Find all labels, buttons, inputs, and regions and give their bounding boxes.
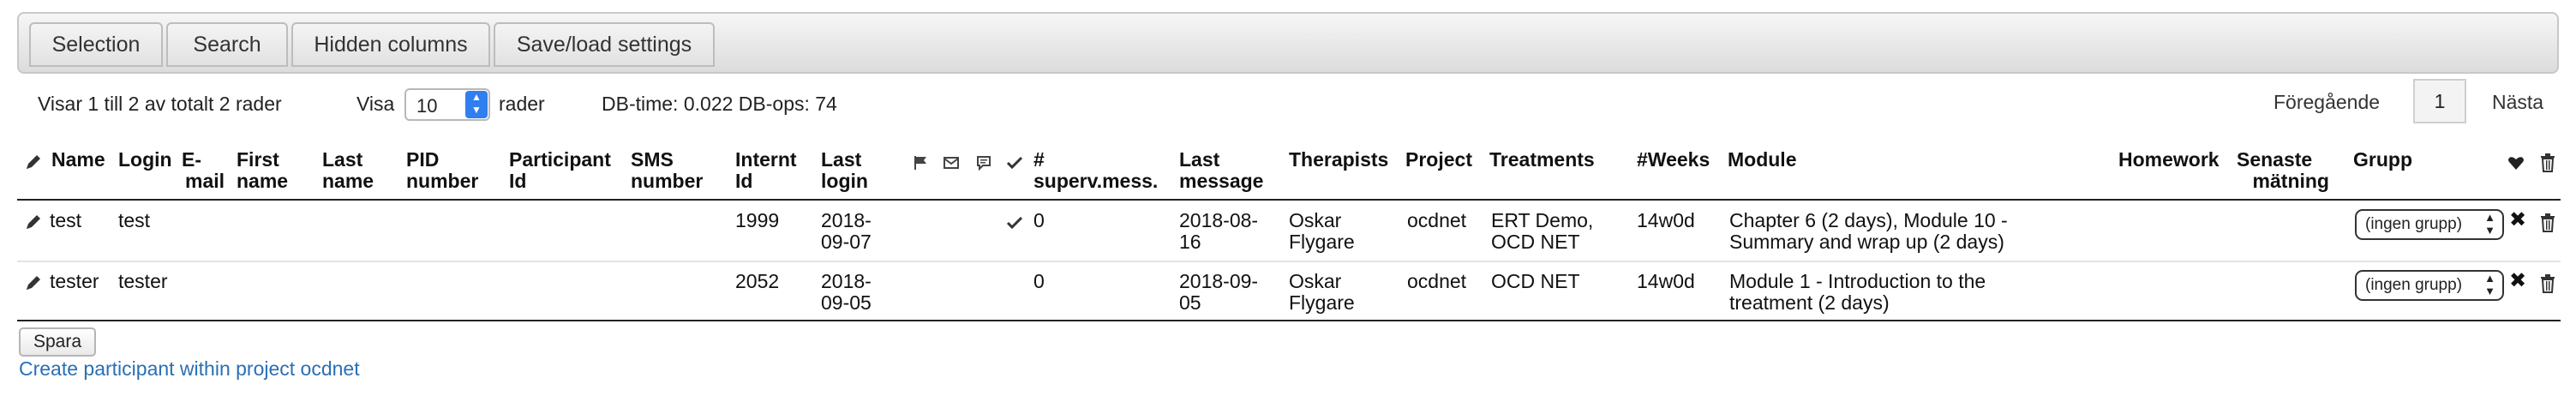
edit-icon[interactable] — [24, 273, 43, 292]
header-superv-mess[interactable]: # superv.mess. — [1033, 149, 1158, 192]
header-project[interactable]: Project — [1405, 149, 1472, 171]
visa-label: Visa — [356, 93, 395, 115]
group-select-value: (ingen grupp) — [2365, 215, 2463, 233]
header-module[interactable]: Module — [1728, 149, 1797, 171]
cell-weeks: 14w0d — [1637, 270, 1695, 292]
cell-treatments: OCD NET — [1491, 270, 1580, 292]
group-select[interactable]: (ingen grupp) ▲ ▼ — [2355, 209, 2504, 240]
header-last-login[interactable]: Last login — [821, 149, 868, 192]
select-arrows-icon: ▲ ▼ — [2484, 211, 2495, 237]
select-arrows-icon: ▲ ▼ — [2484, 272, 2495, 297]
cell-superv-mess: 0 — [1033, 270, 1045, 292]
header-intern-id[interactable]: Internt Id — [735, 149, 797, 192]
group-select-value: (ingen grupp) — [2365, 276, 2463, 294]
tab-bar: Selection Search Hidden columns Save/loa… — [17, 12, 2559, 74]
tab-save-load-settings[interactable]: Save/load settings — [494, 22, 715, 67]
header-participant-id[interactable]: Participant Id — [509, 149, 611, 192]
header-last-message[interactable]: Last message — [1179, 149, 1263, 192]
save-button[interactable]: Spara — [19, 327, 96, 357]
cell-superv-mess: 0 — [1033, 209, 1045, 231]
cell-module: Chapter 6 (2 days), Module 10 - Summary a… — [1729, 209, 2008, 253]
group-select[interactable]: (ingen grupp) ▲ ▼ — [2355, 270, 2504, 301]
select-arrows-icon: ▲ ▼ — [465, 91, 488, 118]
checkmark-icon[interactable] — [1006, 155, 1023, 171]
edit-icon — [27, 155, 40, 169]
checkmark-icon — [1006, 216, 1023, 230]
header-therapists[interactable]: Therapists — [1289, 149, 1388, 171]
trash-icon[interactable] — [2540, 213, 2555, 232]
cell-therapists: Oskar Flygare — [1289, 209, 1355, 253]
header-email[interactable]: E-mail — [182, 149, 225, 192]
header-homework[interactable]: Homework — [2118, 149, 2220, 171]
header-last-name[interactable]: Last name — [322, 149, 374, 192]
create-participant-link[interactable]: Create participant within project ocdnet — [19, 357, 360, 381]
cell-treatments: ERT Demo, OCD NET — [1491, 209, 1594, 253]
flag-icon[interactable] — [912, 154, 929, 171]
pager-page-1[interactable]: 1 — [2413, 79, 2466, 123]
cell-therapists: Oskar Flygare — [1289, 270, 1355, 314]
rader-label: rader — [499, 93, 545, 115]
pager-next[interactable]: Nästa — [2492, 91, 2543, 114]
header-name[interactable]: Name — [51, 149, 105, 171]
edit-icon[interactable] — [24, 213, 43, 231]
rows-summary: Visar 1 till 2 av totalt 2 rader — [38, 93, 282, 115]
page-size-value: 10 — [416, 95, 438, 117]
cell-module: Module 1 - Introduction to the treatment … — [1729, 270, 1986, 314]
trash-icon[interactable] — [2540, 274, 2555, 293]
row-divider — [17, 261, 2561, 262]
cell-last-login: 2018- 09-05 — [821, 270, 872, 314]
header-first-name[interactable]: First name — [237, 149, 288, 192]
header-divider — [17, 199, 2561, 201]
header-grupp[interactable]: Grupp — [2353, 149, 2412, 171]
comment-icon[interactable] — [975, 154, 992, 171]
cell-last-message: 2018-09- 05 — [1179, 270, 1259, 314]
cell-last-login: 2018- 09-07 — [821, 209, 872, 253]
page-size-select[interactable]: 10 ▲ ▼ — [404, 88, 490, 121]
cell-intern-id: 1999 — [735, 209, 780, 231]
cell-name: tester — [50, 270, 99, 292]
cell-intern-id: 2052 — [735, 270, 780, 292]
cell-login: tester — [118, 270, 168, 292]
pager-previous[interactable]: Föregående — [2273, 91, 2380, 114]
heart-icon[interactable] — [2507, 155, 2525, 171]
tab-search[interactable]: Search — [166, 22, 288, 67]
header-pid-number[interactable]: PID number — [406, 149, 478, 192]
header-senaste-matning[interactable]: Senaste mätning — [2237, 149, 2329, 192]
header-weeks[interactable]: #Weeks — [1637, 149, 1710, 171]
remove-icon[interactable]: ✖ — [2509, 209, 2526, 231]
cell-name: test — [50, 209, 82, 231]
cell-last-message: 2018-08- 16 — [1179, 209, 1259, 253]
cell-project: ocdnet — [1407, 270, 1467, 292]
remove-icon[interactable]: ✖ — [2509, 270, 2526, 291]
db-stats: DB-time: 0.022 DB-ops: 74 — [602, 93, 837, 115]
cell-project: ocdnet — [1407, 209, 1467, 231]
tab-hidden-columns[interactable]: Hidden columns — [291, 22, 490, 67]
table-bottom-border — [17, 320, 2561, 321]
envelope-icon[interactable] — [943, 154, 960, 171]
header-treatments[interactable]: Treatments — [1489, 149, 1595, 171]
tab-selection[interactable]: Selection — [29, 22, 163, 67]
trash-icon[interactable] — [2540, 153, 2555, 172]
header-sms-number[interactable]: SMS number — [631, 149, 703, 192]
cell-login: test — [118, 209, 151, 231]
header-login[interactable]: Login — [118, 149, 172, 171]
cell-weeks: 14w0d — [1637, 209, 1695, 231]
